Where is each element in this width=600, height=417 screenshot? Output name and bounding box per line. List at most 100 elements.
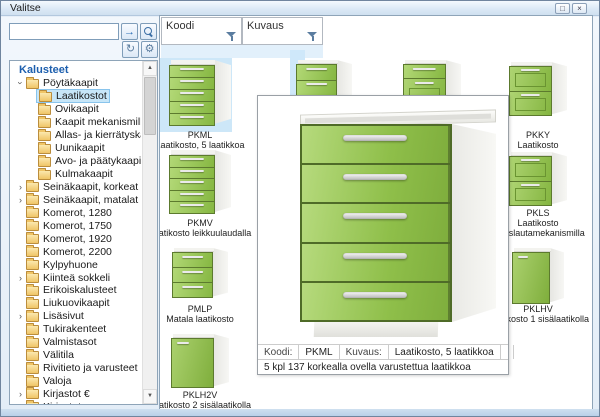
tree-item[interactable]: ›Seinäkaapit, korkeat xyxy=(11,181,141,194)
tree-item[interactable]: Komerot, 1750 xyxy=(11,219,141,232)
tree-selection: Laatikostot xyxy=(36,89,110,103)
folder-icon xyxy=(26,182,39,192)
filter-button[interactable] xyxy=(225,30,238,42)
folder-icon xyxy=(26,299,39,309)
folder-icon xyxy=(26,377,39,387)
tree-item[interactable]: Rivitieto ja varusteet xyxy=(11,362,141,375)
scroll-down-button[interactable]: ▼ xyxy=(143,389,157,404)
left-pane: → ↻ ⚙ Kalusteet ›Pöytäkaapit Laatikostot… xyxy=(7,22,158,405)
scroll-thumb[interactable] xyxy=(144,77,156,135)
tree-item[interactable]: Kaapit mekanismilla xyxy=(11,116,141,129)
arrow-up-icon: ▲ xyxy=(147,65,153,71)
tree-item[interactable]: Komerot, 1280 xyxy=(11,206,141,219)
tree-item[interactable]: ›Kiinteä sokkeli xyxy=(11,271,141,284)
code-label: Koodi: xyxy=(258,345,299,359)
empty-cell xyxy=(501,345,514,359)
folder-icon xyxy=(38,131,51,141)
settings-button[interactable]: ⚙ xyxy=(141,41,158,58)
drawer xyxy=(302,126,450,163)
folder-icon xyxy=(38,105,51,115)
restore-button[interactable]: □ xyxy=(555,3,570,14)
scroll-up-button[interactable]: ▲ xyxy=(143,61,157,76)
cabinet-thumbnail xyxy=(169,150,231,214)
folder-icon xyxy=(26,79,39,89)
column-header-koodi[interactable]: Koodi xyxy=(161,17,242,45)
gear-icon: ⚙ xyxy=(145,44,155,55)
tree-item[interactable]: Erikoiskalusteet xyxy=(11,284,141,297)
tree-item[interactable]: Allas- ja kierrätyskaapit xyxy=(11,129,141,142)
tree-item[interactable]: Liukuovikaapit xyxy=(11,297,141,310)
cabinet-thumbnail xyxy=(169,60,231,126)
tree-item[interactable]: Kylpyhuone xyxy=(11,258,141,271)
tree-item[interactable]: Välitila xyxy=(11,349,141,362)
search-icon xyxy=(144,27,153,36)
tree-item[interactable]: ›Kirjastot € xyxy=(11,388,141,401)
tree-item[interactable]: Ovikaapit xyxy=(11,103,141,116)
tree-item[interactable]: Uunikaapit xyxy=(11,142,141,155)
cabinet-thumbnail xyxy=(172,248,228,298)
catalog-item-pkmv[interactable]: PKMVLaatikosto leikkuulaudalla xyxy=(159,150,250,238)
desc-label: Kuvaus: xyxy=(340,345,389,359)
item-desc: Matala laatikosto xyxy=(159,314,262,324)
cabinet-plinth xyxy=(314,322,439,337)
drawer xyxy=(302,283,450,320)
item-code: PMLP xyxy=(159,304,262,314)
drawer xyxy=(302,165,450,202)
chevron-down-icon[interactable]: › xyxy=(15,78,27,89)
tree-item[interactable]: ›Lisäsivut xyxy=(11,310,141,323)
folder-icon xyxy=(26,247,39,257)
tree-item-selected[interactable]: Laatikostot xyxy=(11,90,141,103)
tree-item[interactable]: ›Seinäkaapit, matalat xyxy=(11,193,141,206)
item-code: PKLH2V xyxy=(159,390,262,400)
folder-icon xyxy=(26,273,39,283)
cabinet-thumbnail xyxy=(509,62,567,116)
refresh-button[interactable]: ↻ xyxy=(122,41,139,58)
folder-icon xyxy=(26,286,39,296)
item-desc: Laatikosto leikkuulaudalla xyxy=(159,228,262,238)
tree-item[interactable]: ›Pöytäkaapit xyxy=(11,77,141,90)
catalog-item-pmlp[interactable]: PMLPMatala laatikosto xyxy=(159,248,250,324)
tree-item[interactable]: ›Kirjastot xyxy=(11,400,141,404)
chevron-right-icon[interactable]: › xyxy=(15,388,26,400)
go-button[interactable]: → xyxy=(121,23,138,40)
tree-item[interactable]: Tukirakenteet xyxy=(11,323,141,336)
close-button[interactable]: × xyxy=(572,3,587,14)
search-input[interactable] xyxy=(9,23,119,40)
chevron-right-icon[interactable]: › xyxy=(15,272,26,284)
chevron-right-icon[interactable]: › xyxy=(15,194,26,206)
tree-item-kalusteet[interactable]: Kalusteet xyxy=(11,63,141,77)
column-header-kuvaus[interactable]: Kuvaus xyxy=(242,17,323,45)
tree-item[interactable]: Valmistasot xyxy=(11,336,141,349)
chevron-right-icon[interactable]: › xyxy=(15,181,26,193)
dialog-content: → ↻ ⚙ Kalusteet ›Pöytäkaapit Laatikostot… xyxy=(1,17,599,416)
catalog-item-pkml[interactable]: PKMLLaatikosto, 5 laatikkoa xyxy=(159,60,250,150)
cabinet-thumbnail xyxy=(512,248,564,304)
folder-icon xyxy=(26,389,39,399)
desc-value: Laatikosto, 5 laatikkoa xyxy=(389,345,501,359)
catalog-item-pklh2v[interactable]: PKLH2VLaatikosto 2 sisälaatikolla xyxy=(159,334,250,410)
chevron-right-icon[interactable]: › xyxy=(15,401,26,404)
filter-icon xyxy=(226,31,237,41)
tree-item[interactable]: Komerot, 2200 xyxy=(11,245,141,258)
catalog-pane: Koodi Kuvaus PKMLLaatikosto, 5 laatikkoa xyxy=(159,15,593,412)
folder-icon xyxy=(26,402,39,404)
filter-button[interactable] xyxy=(306,30,319,42)
go-arrow-icon: → xyxy=(124,26,135,38)
cabinet-thumbnail xyxy=(509,152,567,206)
tree-item[interactable]: Valoja xyxy=(11,375,141,388)
chevron-right-icon[interactable]: › xyxy=(15,310,26,322)
search-button[interactable] xyxy=(140,23,157,40)
folder-icon xyxy=(26,234,39,244)
preview-popup: Koodi: PKML Kuvaus: Laatikosto, 5 laatik… xyxy=(257,95,509,375)
drawer xyxy=(302,204,450,241)
item-desc: Laatikosto, 5 laatikkoa xyxy=(159,140,262,150)
folder-icon xyxy=(38,118,51,128)
arrow-down-icon: ▼ xyxy=(147,393,153,399)
tree-item[interactable]: Avo- ja päätykaapit xyxy=(11,155,141,168)
tree-item[interactable]: Kulmakaapit xyxy=(11,168,141,181)
preview-cabinet-image xyxy=(258,96,510,344)
tree-item[interactable]: Komerot, 1920 xyxy=(11,232,141,245)
tree-scrollbar[interactable]: ▲ ▼ xyxy=(142,61,157,404)
folder-icon xyxy=(26,351,39,361)
folder-icon xyxy=(26,364,39,374)
